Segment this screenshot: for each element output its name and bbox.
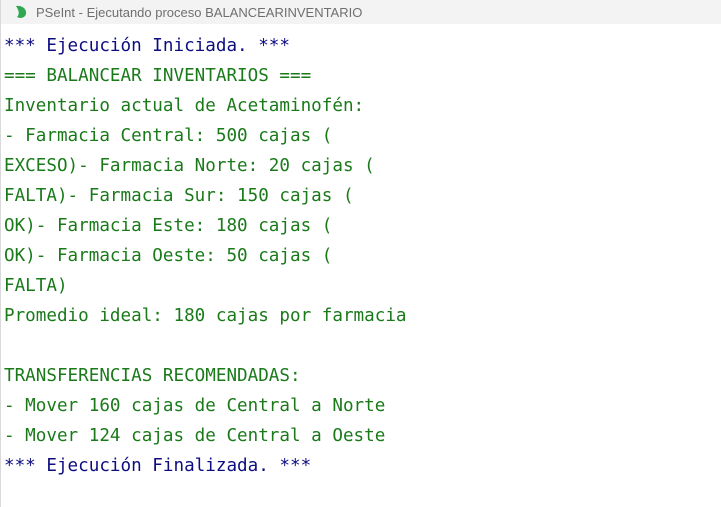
console-output-line: Inventario actual de Acetaminofén:	[4, 96, 365, 116]
console-output-line: - Mover 124 cajas de Central a Oeste	[4, 426, 386, 446]
pseint-logo-icon	[16, 5, 27, 18]
console-output-line: === BALANCEAR INVENTARIOS ===	[4, 66, 312, 86]
console-output-line: FALTA)- Farmacia Sur: 150 cajas (	[4, 186, 354, 206]
console-output-line: FALTA)	[4, 276, 68, 296]
title-bar[interactable]: PSeInt - Ejecutando proceso BALANCEARINV…	[1, 0, 721, 24]
console-output-line: Promedio ideal: 180 cajas por farmacia	[4, 306, 407, 326]
pseint-execution-window: PSeInt - Ejecutando proceso BALANCEARINV…	[0, 0, 721, 507]
console-output-line: EXCESO)- Farmacia Norte: 20 cajas (	[4, 156, 375, 176]
console-status-line: *** Ejecución Finalizada. ***	[4, 456, 312, 476]
console-output-line: OK)- Farmacia Oeste: 50 cajas (	[4, 246, 333, 266]
window-title: PSeInt - Ejecutando proceso BALANCEARINV…	[36, 4, 363, 20]
console-output[interactable]: *** Ejecución Iniciada. *** === BALANCEAR…	[4, 31, 721, 481]
console-status-line: *** Ejecución Iniciada. ***	[4, 36, 290, 56]
console-output-line: OK)- Farmacia Este: 180 cajas (	[4, 216, 333, 236]
console-output-line: TRANSFERENCIAS RECOMENDADAS:	[4, 366, 301, 386]
console-output-line: - Farmacia Central: 500 cajas (	[4, 126, 333, 146]
console-output-line: - Mover 160 cajas de Central a Norte	[4, 396, 386, 416]
